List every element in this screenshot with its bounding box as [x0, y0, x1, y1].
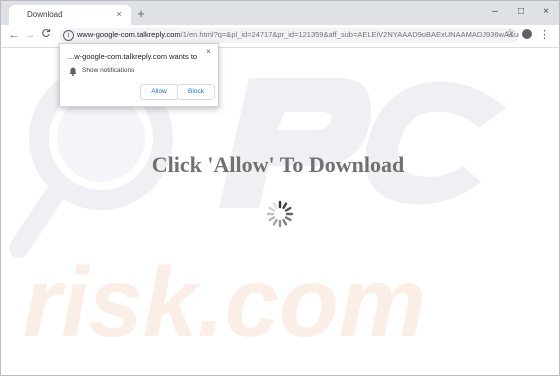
bookmark-star-icon[interactable]: ☆ — [504, 28, 516, 40]
tab-strip: Download × + – □ × — [1, 1, 559, 25]
reload-glyph-icon — [42, 29, 51, 37]
browser-menu-icon[interactable]: ⋮ — [539, 28, 550, 42]
window-close-icon[interactable]: × — [538, 5, 554, 19]
page-headline: Click 'Allow' To Download — [151, 152, 405, 177]
url-text: www-google-com.talkreply.com/1/en.html?q… — [77, 30, 519, 39]
notification-permission-popup: ...w-google-com.talkreply.com wants to ×… — [59, 43, 219, 107]
show-notifications-label: Show notifications — [82, 67, 135, 74]
forward-arrow-icon[interactable]: → — [23, 28, 37, 42]
tab-download[interactable]: Download × — [9, 5, 131, 25]
popup-close-icon[interactable]: × — [204, 47, 213, 56]
loading-spinner-icon — [266, 200, 294, 228]
reload-icon[interactable] — [39, 28, 53, 42]
tab-title: Download — [27, 10, 63, 19]
new-tab-plus-icon[interactable]: + — [135, 7, 147, 20]
url-domain: www-google-com.talkreply.com — [77, 30, 181, 39]
allow-button[interactable]: Allow — [140, 84, 178, 100]
popup-title: ...w-google-com.talkreply.com wants to — [68, 52, 198, 61]
address-bar[interactable]: i www-google-com.talkreply.com/1/en.html… — [59, 28, 519, 43]
browser-window: Download × + – □ × ← → i www-google-com.… — [0, 0, 560, 376]
tab-close-icon[interactable]: × — [113, 8, 125, 20]
back-arrow-icon[interactable]: ← — [7, 28, 21, 42]
block-button[interactable]: Block — [177, 84, 215, 100]
url-path: /1/en.html?q=&pl_id=24717&pr_id=121359&a… — [180, 30, 519, 39]
account-icon[interactable] — [522, 29, 532, 39]
minimize-icon[interactable]: – — [487, 5, 503, 19]
site-info-icon[interactable]: i — [63, 30, 74, 41]
maximize-icon[interactable]: □ — [513, 5, 529, 19]
bell-icon — [69, 67, 77, 76]
watermark-text: risk.com — [23, 247, 426, 357]
